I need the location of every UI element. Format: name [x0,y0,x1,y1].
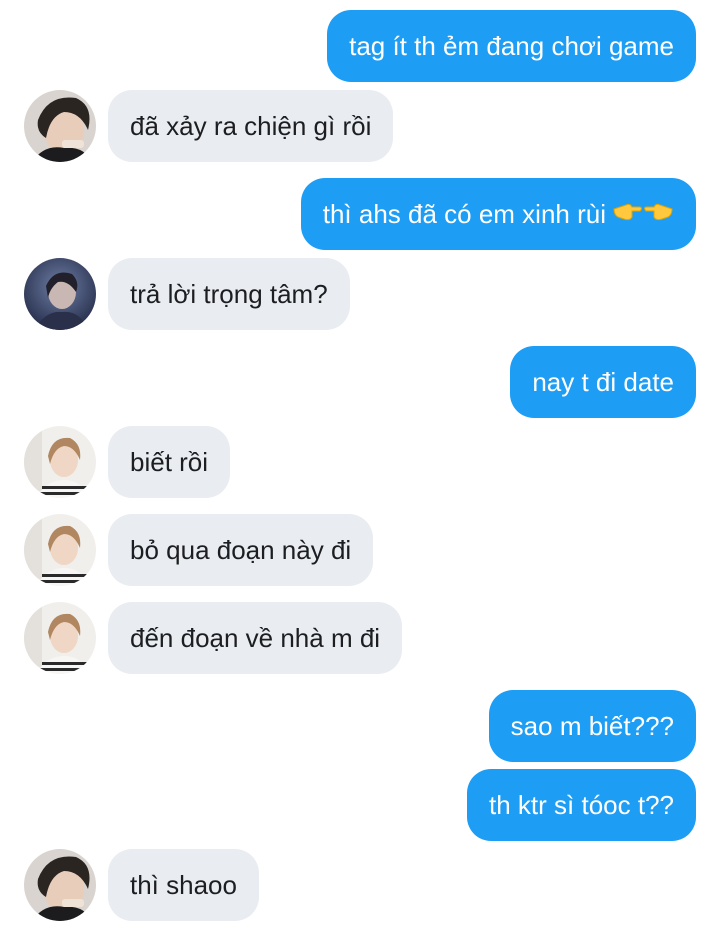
avatar[interactable] [24,90,96,162]
incoming-message[interactable]: đến đoạn về nhà m đi [108,602,403,674]
outgoing-message[interactable]: tag ít th ẻm đang chơi game [327,10,696,82]
incoming-message[interactable]: trả lời trọng tâm? [108,258,350,330]
incoming-message[interactable]: biết rồi [108,426,231,498]
avatar[interactable] [24,602,96,674]
outgoing-message[interactable]: nay t đi date [510,346,696,418]
avatar[interactable] [24,849,96,921]
incoming-message[interactable]: thì shaoo [108,849,259,921]
message-text: thì ahs đã có em xinh rùi [322,199,606,229]
outgoing-message[interactable]: th ktr sì tóoc t?? [467,769,696,841]
pointing-hands-emoji [612,180,674,252]
avatar[interactable] [24,258,96,330]
outgoing-message[interactable]: thì ahs đã có em xinh rùi [300,178,696,252]
incoming-message[interactable]: bỏ qua đoạn này đi [108,514,374,586]
incoming-message[interactable]: đã xảy ra chiện gì rồi [108,90,394,162]
avatar[interactable] [24,514,96,586]
avatar[interactable] [24,426,96,498]
outgoing-message[interactable]: sao m biết??? [488,690,696,762]
